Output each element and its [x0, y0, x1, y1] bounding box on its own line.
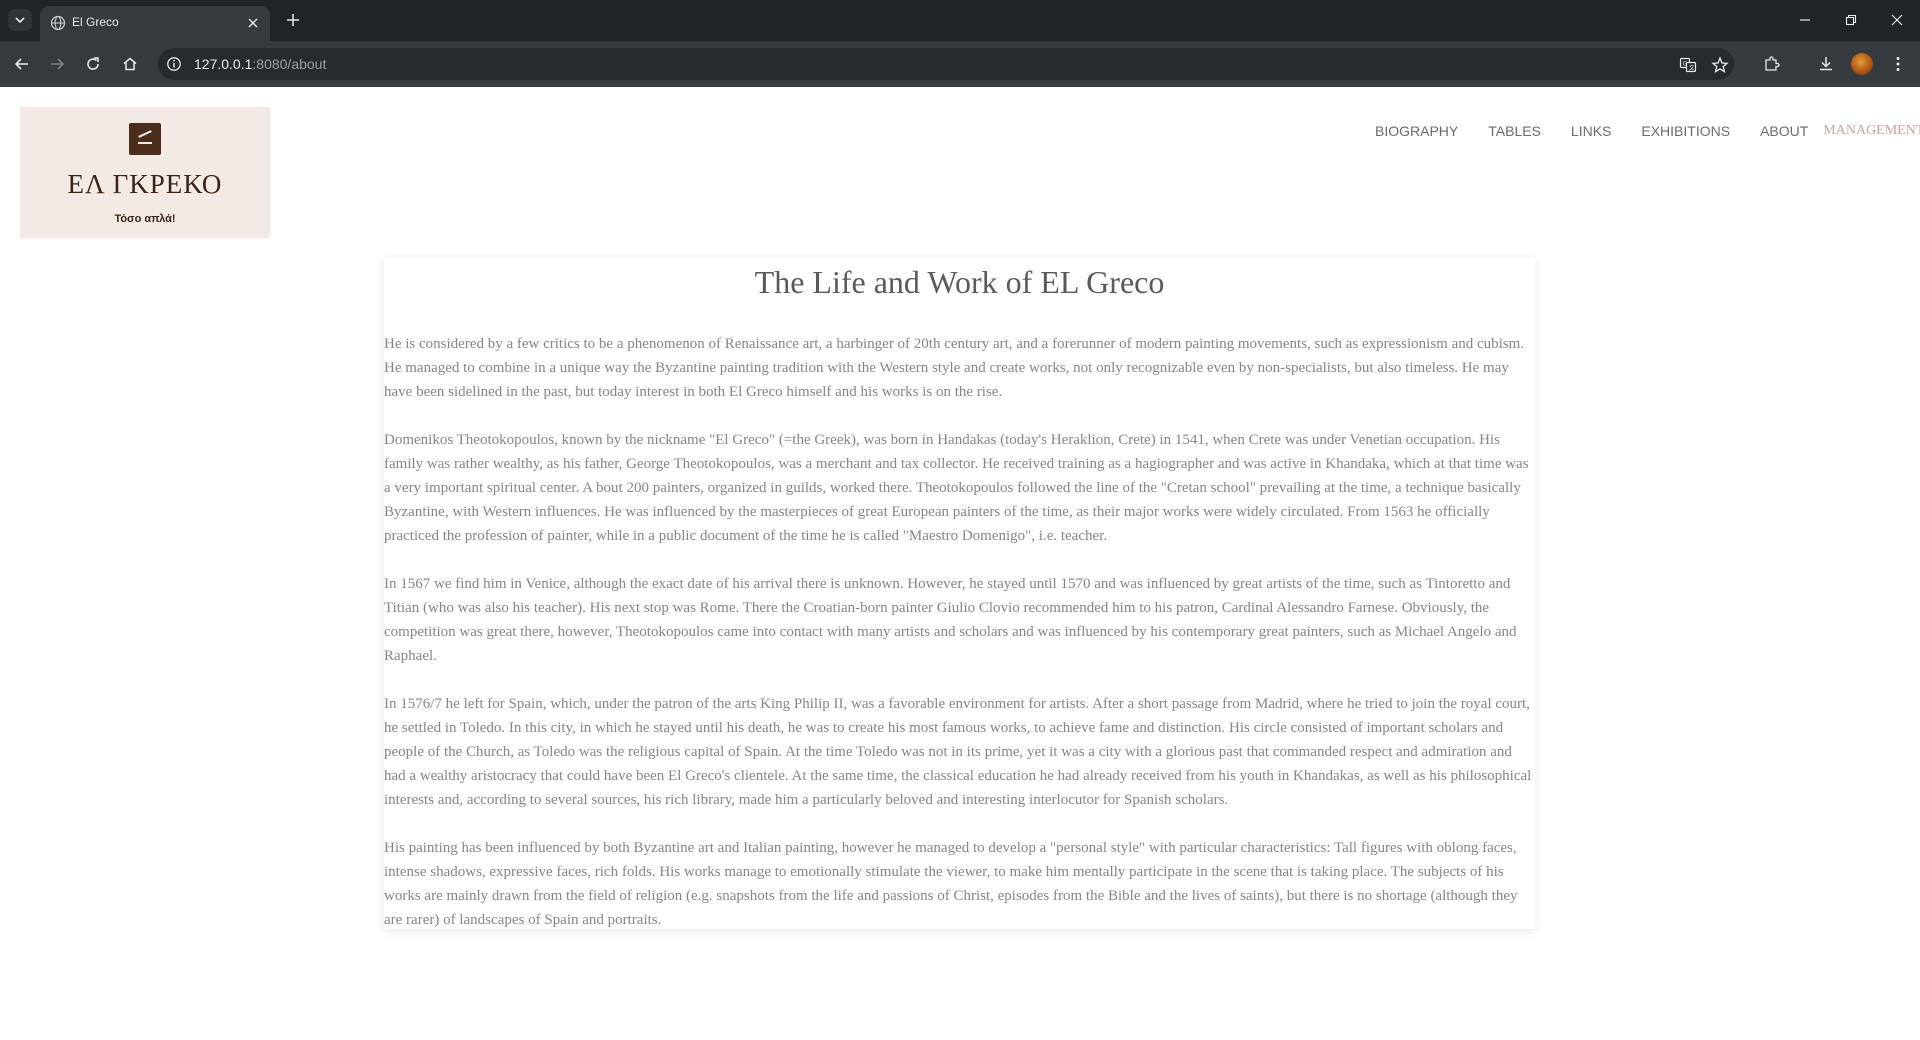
star-icon: [1711, 56, 1729, 73]
home-button[interactable]: [117, 51, 143, 77]
kebab-menu-icon: [1896, 57, 1900, 71]
tab-close-button[interactable]: [244, 14, 262, 32]
url-host: 127.0.0.1: [194, 56, 253, 72]
site-navigation: BIOGRAPHY TABLES LINKS EXHIBITIONS ABOUT…: [1375, 120, 1920, 142]
reload-icon: [87, 57, 99, 70]
article-paragraph: He is considered by a few critics to be …: [384, 336, 1525, 400]
article-paragraph: In 1567 we find him in Venice, although …: [384, 576, 1517, 664]
browser-tab-active[interactable]: El Greco: [40, 6, 270, 41]
download-icon: [1820, 57, 1832, 71]
browser-toolbar: 127.0.0.1:8080/about G 文: [0, 41, 1920, 87]
arrow-right-icon: [51, 58, 65, 70]
bookmark-button[interactable]: [1710, 55, 1730, 75]
forward-button[interactable]: [44, 51, 70, 77]
restore-window-button[interactable]: [1836, 8, 1866, 32]
browser-menu-button[interactable]: [1886, 52, 1910, 76]
plus-icon: [287, 14, 299, 26]
minimize-icon: [1800, 19, 1810, 21]
nav-link-about[interactable]: ABOUT: [1760, 123, 1808, 139]
nav-link-tables[interactable]: TABLES: [1488, 123, 1541, 139]
chevron-down-icon: [15, 17, 25, 24]
nav-link-biography[interactable]: BIOGRAPHY: [1375, 123, 1458, 139]
logo-name: ΕΛ ΓΚΡΕΚΟ: [67, 169, 223, 199]
translate-icon: G 文: [1679, 57, 1697, 73]
article-paragraph: In 1576/7 he left for Spain, which, unde…: [384, 696, 1532, 808]
tab-search-button[interactable]: [8, 9, 32, 31]
page-title: The Life and Work of EL Greco: [754, 264, 1165, 300]
svg-text:文: 文: [1689, 64, 1695, 72]
address-bar[interactable]: 127.0.0.1:8080/about G 文: [158, 48, 1734, 80]
nav-link-exhibitions[interactable]: EXHIBITIONS: [1641, 123, 1730, 139]
about-article: The Life and Work of EL Greco He is cons…: [384, 257, 1535, 929]
arrow-left-icon: [14, 58, 28, 70]
logo-mark-icon: [129, 123, 161, 155]
back-button[interactable]: [9, 51, 35, 77]
puzzle-icon: [1765, 56, 1780, 71]
info-icon[interactable]: [166, 56, 182, 72]
minimize-window-button[interactable]: [1790, 8, 1820, 32]
web-page: ΕΛ ΓΚΡΕΚΟ Τόσο απλά! BIOGRAPHY TABLES LI…: [0, 87, 1920, 1040]
extensions-button[interactable]: [1760, 52, 1784, 76]
article-paragraph: His painting has been influenced by both…: [384, 840, 1518, 928]
home-icon: [123, 57, 137, 71]
avatar[interactable]: [1851, 53, 1873, 75]
logo-tagline: Τόσο απλά!: [114, 213, 176, 225]
url-text[interactable]: 127.0.0.1:8080/about: [194, 56, 326, 72]
new-tab-button[interactable]: [282, 9, 304, 31]
downloads-button[interactable]: [1814, 52, 1838, 76]
globe-icon: [50, 15, 66, 31]
svg-text:G: G: [1683, 61, 1688, 68]
nav-link-links[interactable]: LINKS: [1571, 123, 1611, 139]
url-path: :8080/about: [252, 56, 327, 72]
close-icon: [248, 18, 258, 28]
close-icon: [1891, 14, 1903, 26]
site-logo[interactable]: ΕΛ ΓΚΡΕΚΟ Τόσο απλά!: [20, 107, 270, 238]
article-paragraph: Domenikos Theotokopoulos, known by the n…: [384, 432, 1529, 544]
translate-button[interactable]: G 文: [1678, 55, 1698, 75]
tab-title: El Greco: [72, 15, 119, 29]
restore-icon: [1845, 14, 1857, 26]
reload-button[interactable]: [80, 51, 106, 77]
close-window-button[interactable]: [1882, 8, 1912, 32]
browser-tab-strip: El Greco: [0, 0, 1920, 41]
nav-link-management[interactable]: MANAGEMENT: [1823, 123, 1920, 139]
